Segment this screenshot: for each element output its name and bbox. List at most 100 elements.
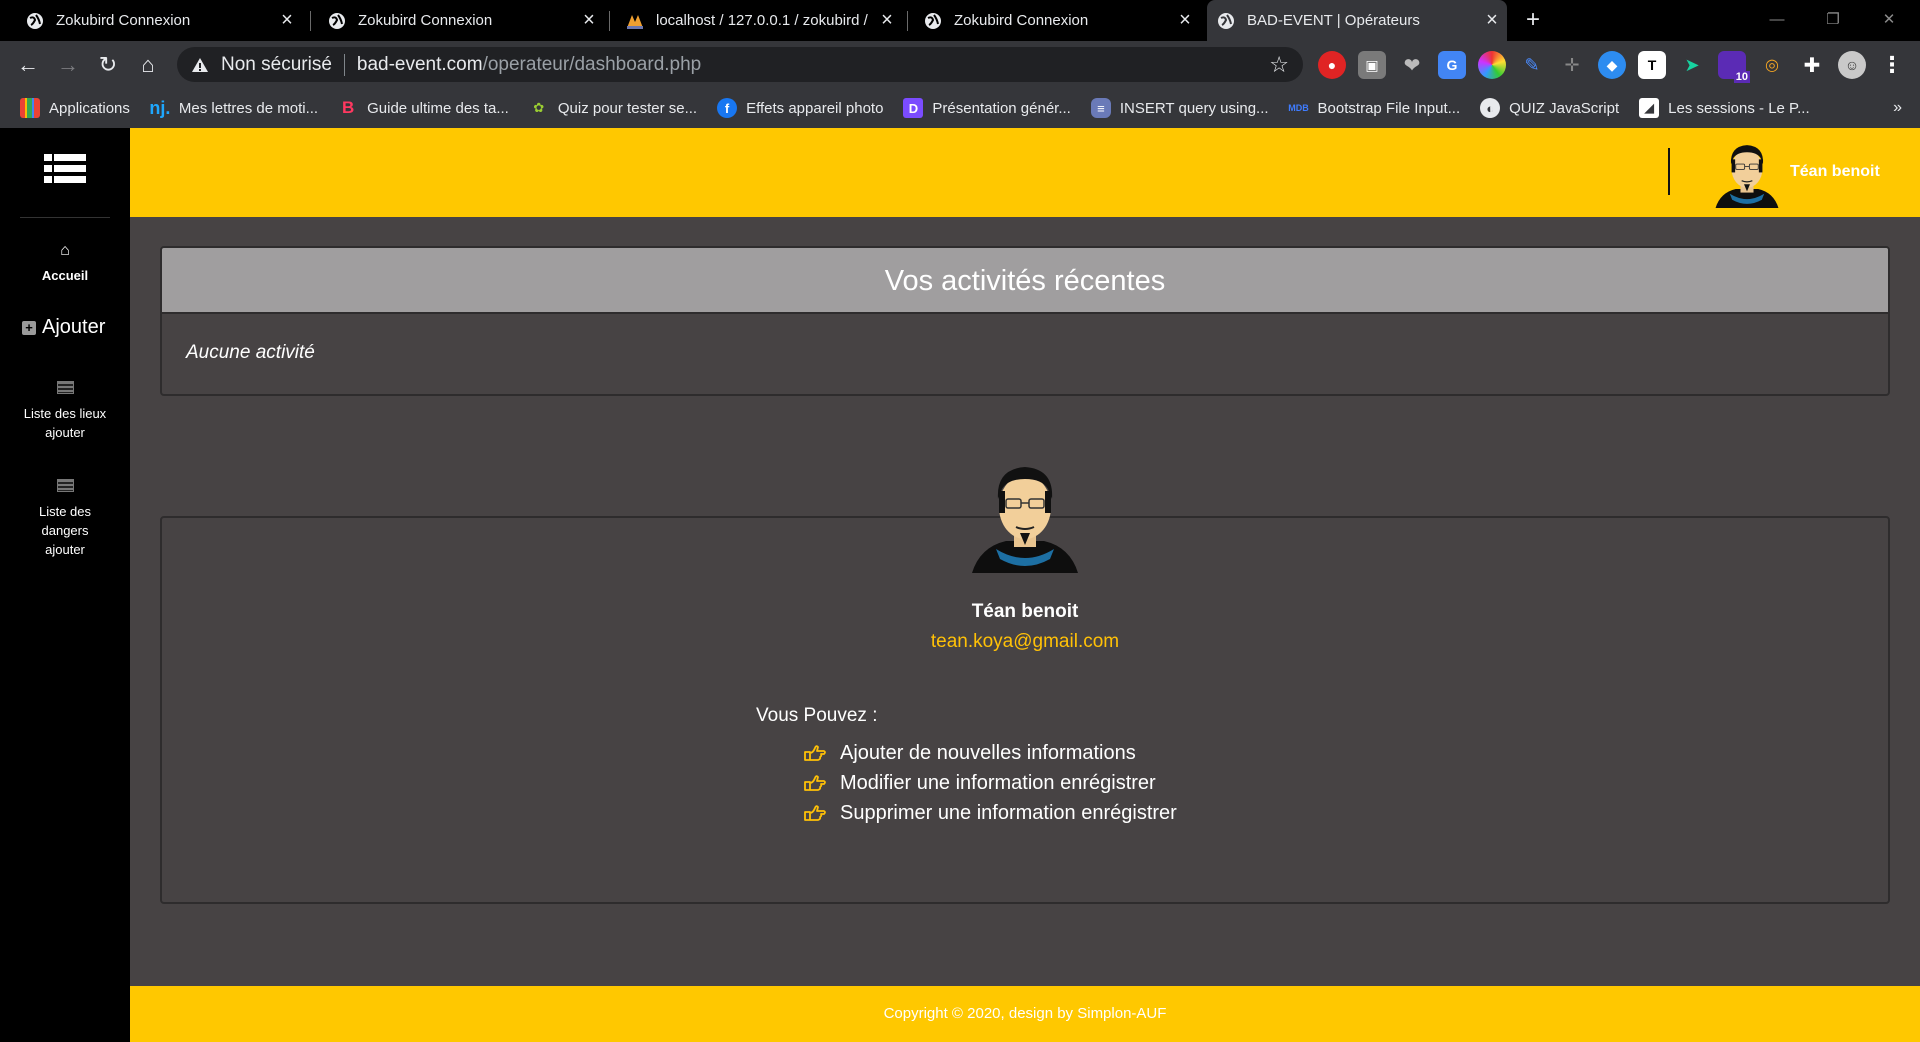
extensions-area: ● ▣ ❤ G ✎ ✛ ◆ T ➤ 10 ◎ ✚ ☺ ⋮ bbox=[1318, 51, 1906, 83]
empty-activities-text: Aucune activité bbox=[186, 342, 315, 363]
url-host: bad-event.com bbox=[356, 53, 483, 75]
address-divider bbox=[343, 53, 345, 76]
footer-text: Copyright © 2020, design by Simplon-AUF bbox=[883, 1005, 1167, 1022]
bookmark-item[interactable]: ◐ QUIZ JavaScript bbox=[1480, 98, 1619, 118]
new-tab-button[interactable]: + bbox=[1519, 6, 1547, 34]
tweetdeck-icon[interactable]: T bbox=[1638, 51, 1666, 79]
header-user-name[interactable]: Téan benoit bbox=[1790, 163, 1880, 181]
bookmarks-overflow-button[interactable]: » bbox=[1893, 99, 1902, 117]
puzzle-icon[interactable]: ✚ bbox=[1798, 51, 1826, 79]
bookmark-item[interactable]: D Présentation génér... bbox=[903, 98, 1071, 118]
browser-tab[interactable]: localhost / 127.0.0.1 / zokubird / × bbox=[600, 0, 902, 41]
close-icon[interactable]: × bbox=[272, 9, 302, 32]
minimize-button[interactable]: — bbox=[1754, 6, 1800, 34]
sidebar-item-label: ajouter bbox=[45, 425, 85, 440]
openclassrooms-icon: ◢ bbox=[1639, 98, 1660, 118]
crosshair-icon[interactable]: ✛ bbox=[1558, 51, 1586, 79]
bookmark-label: Présentation génér... bbox=[932, 99, 1071, 117]
browser-tab-bar: Zokubird Connexion × Zokubird Connexion … bbox=[0, 0, 1920, 41]
bookmark-item[interactable]: ◢ Les sessions - Le P... bbox=[1639, 98, 1810, 118]
capability-label: Modifier une information enrégistrer bbox=[840, 771, 1156, 794]
profile-email[interactable]: tean.koya@gmail.com bbox=[0, 631, 1920, 653]
sidebar-toggle-icon[interactable] bbox=[44, 154, 86, 188]
forward-button[interactable]: → bbox=[52, 49, 84, 81]
bookmark-label: Bootstrap File Input... bbox=[1317, 99, 1461, 117]
hand-point-right-icon bbox=[804, 745, 826, 761]
glasses-icon[interactable]: ◎ bbox=[1758, 51, 1786, 79]
profile-avatar bbox=[971, 466, 1079, 574]
close-icon[interactable]: × bbox=[1170, 9, 1200, 32]
browser-tab[interactable]: Zokubird Connexion × bbox=[302, 0, 604, 41]
heart-icon[interactable]: ❤ bbox=[1398, 51, 1426, 79]
sidebar-item-label: Liste des lieux bbox=[23, 406, 107, 421]
list-icon bbox=[56, 381, 74, 394]
bookmark-item[interactable]: ✿ Quiz pour tester se... bbox=[529, 98, 697, 118]
bookmark-label: Effets appareil photo bbox=[746, 99, 884, 117]
feather-icon[interactable]: ✎ bbox=[1518, 51, 1546, 79]
browser-tab[interactable]: Zokubird Connexion × bbox=[898, 0, 1200, 41]
bookmark-item[interactable]: B Guide ultime des ta... bbox=[338, 98, 509, 118]
color-picker-icon[interactable] bbox=[1478, 51, 1506, 79]
sidebar-item-liste-dangers[interactable]: Liste des dangers ajouter bbox=[0, 479, 130, 559]
close-icon[interactable]: × bbox=[1477, 9, 1507, 32]
b-logo-icon: B bbox=[341, 98, 355, 117]
ublock-icon[interactable]: ● bbox=[1318, 51, 1346, 79]
translate-icon[interactable]: G bbox=[1438, 51, 1466, 79]
dashlane-icon[interactable]: ◆ bbox=[1598, 51, 1626, 79]
capabilities-list: Ajouter de nouvelles informations Modifi… bbox=[804, 738, 1177, 828]
list-item: Supprimer une information enrégistrer bbox=[804, 798, 1177, 828]
browser-tab[interactable]: Zokubird Connexion × bbox=[0, 0, 302, 41]
list-item: Modifier une information enrégistrer bbox=[804, 768, 1177, 798]
capability-label: Ajouter de nouvelles informations bbox=[840, 741, 1136, 764]
card-title: Vos activités récentes bbox=[162, 248, 1888, 314]
facebook-icon: f bbox=[717, 98, 738, 118]
sidebar: ⌂ Accueil + Ajouter Liste des lieux ajou… bbox=[0, 128, 130, 1042]
bookmarks-bar: Applications nj. Mes lettres de moti... … bbox=[0, 88, 1920, 128]
close-window-button[interactable]: ✕ bbox=[1866, 6, 1912, 34]
hand-point-right-icon bbox=[804, 805, 826, 821]
bookmark-label: Guide ultime des ta... bbox=[367, 99, 509, 117]
sidebar-item-accueil[interactable]: ⌂ Accueil bbox=[0, 241, 130, 285]
extension-icon[interactable]: ▣ bbox=[1358, 51, 1386, 79]
grammar-icon[interactable]: 10 bbox=[1718, 51, 1750, 83]
bookmark-label: Applications bbox=[49, 99, 130, 117]
capability-label: Supprimer une information enrégistrer bbox=[840, 801, 1177, 824]
profile-avatar-icon[interactable]: ☺ bbox=[1838, 51, 1866, 79]
apps-grid-icon bbox=[20, 98, 40, 118]
sidebar-item-label: dangers bbox=[41, 523, 89, 538]
security-label[interactable]: Non sécurisé bbox=[221, 54, 332, 76]
address-bar[interactable]: Non sécurisé bad-event.com/operateur/das… bbox=[177, 47, 1303, 82]
browser-tab-active[interactable]: BAD-EVENT | Opérateurs × bbox=[1207, 0, 1507, 41]
browser-toolbar: ← → ↻ ⌂ Non sécurisé bad-event.com/opera… bbox=[0, 41, 1920, 88]
globe-icon bbox=[27, 12, 43, 29]
bookmark-item[interactable]: f Effets appareil photo bbox=[717, 98, 883, 118]
bookmark-item[interactable]: nj. Mes lettres de moti... bbox=[149, 97, 319, 118]
bookmark-label: QUIZ JavaScript bbox=[1509, 99, 1620, 117]
menu-kebab-icon[interactable]: ⋮ bbox=[1878, 51, 1906, 79]
bookmark-applications[interactable]: Applications bbox=[20, 98, 130, 118]
warning-icon bbox=[192, 57, 208, 72]
tab-title: localhost / 127.0.0.1 / zokubird / bbox=[656, 12, 868, 29]
bookmark-star-icon[interactable]: ☆ bbox=[1269, 52, 1289, 78]
bookmark-label: Mes lettres de moti... bbox=[178, 99, 319, 117]
tab-title: Zokubird Connexion bbox=[56, 12, 191, 29]
avatar[interactable] bbox=[1712, 138, 1782, 208]
profile-name: Téan benoit bbox=[971, 601, 1079, 622]
db-icon: ≡ bbox=[1090, 98, 1111, 118]
sidebar-item-ajouter[interactable]: + Ajouter bbox=[22, 316, 105, 339]
bookmark-item[interactable]: ≡ INSERT query using... bbox=[1090, 98, 1269, 118]
d-logo-icon: D bbox=[903, 98, 924, 118]
sidebar-item-label: Accueil bbox=[41, 268, 89, 283]
back-button[interactable]: ← bbox=[12, 49, 44, 81]
nj-icon: nj. bbox=[149, 97, 171, 118]
cursor-icon[interactable]: ➤ bbox=[1678, 51, 1706, 79]
home-button[interactable]: ⌂ bbox=[132, 49, 164, 81]
extension-badge: 10 bbox=[1733, 71, 1750, 83]
restore-button[interactable]: ❐ bbox=[1810, 6, 1856, 34]
reload-button[interactable]: ↻ bbox=[92, 49, 124, 81]
sidebar-item-liste-lieux[interactable]: Liste des lieux ajouter bbox=[0, 381, 130, 442]
globe-icon bbox=[925, 12, 941, 29]
bookmark-item[interactable]: MDB Bootstrap File Input... bbox=[1288, 98, 1461, 118]
sidebar-item-label: Ajouter bbox=[42, 316, 106, 338]
sidebar-item-label: Liste des bbox=[38, 504, 92, 519]
